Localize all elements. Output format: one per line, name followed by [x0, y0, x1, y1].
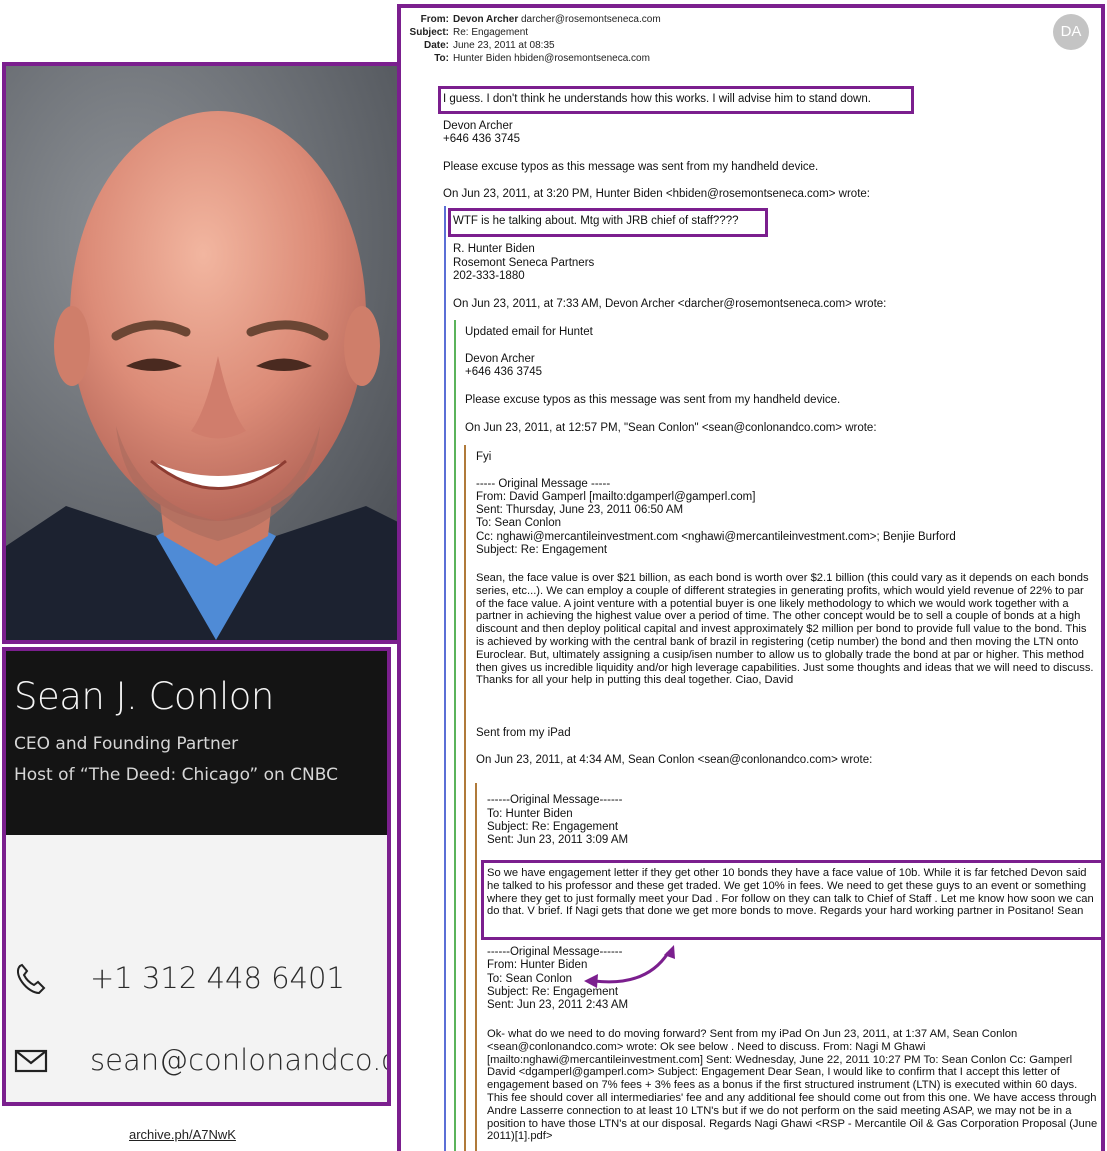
email-line: Please excuse typos as this message was … — [443, 161, 819, 173]
card-phone[interactable]: +1 312 448 6401 — [90, 961, 345, 995]
email-screenshot: From: Devon Archer darcher@rosemontseneca… — [397, 4, 1105, 1151]
quote-line-3 — [464, 445, 466, 1151]
email-line: On Jun 23, 2011, at 4:34 AM, Sean Conlon… — [476, 754, 873, 766]
email-line: Sent: Jun 23, 2011 3:09 AM — [487, 834, 629, 846]
email-line: Sent: Jun 23, 2011 2:43 AM — [487, 999, 629, 1011]
subject-value: Re: Engagement — [453, 27, 529, 38]
curved-arrow-icon — [584, 945, 675, 988]
email-line: +646 436 3745 — [443, 133, 521, 145]
email-line: +646 436 3745 — [465, 366, 543, 378]
subject-label: Subject: — [409, 27, 449, 38]
to-label: To: — [434, 53, 449, 64]
email-paragraph: Sean, the face value is over $21 billion… — [476, 572, 1094, 687]
card-phone-row[interactable]: +1 312 448 6401 — [14, 959, 384, 999]
email-line: Devon Archer — [443, 120, 513, 132]
email-line: Updated email for Huntet — [465, 326, 593, 338]
email-line: Rosemont Seneca Partners — [453, 257, 595, 269]
quote-line-1 — [444, 206, 446, 1151]
archive-link[interactable]: archive.ph/A7NwK — [129, 1127, 236, 1142]
email-paragraph: So we have engagement letter if they get… — [487, 867, 1094, 918]
from-label: From: — [420, 14, 449, 25]
email-line: Subject: Re: Engagement — [487, 821, 619, 833]
email-line: WTF is he talking about. Mtg with JRB ch… — [453, 215, 739, 227]
quote-line-4 — [475, 783, 477, 1151]
avatar: DA — [1053, 14, 1089, 50]
email-line: On Jun 23, 2011, at 12:57 PM, "Sean Conl… — [465, 422, 877, 434]
email-line: ------Original Message------ — [487, 794, 623, 806]
email-line: On Jun 23, 2011, at 3:20 PM, Hunter Bide… — [443, 188, 870, 200]
from-address: darcher@rosemontseneca.com — [521, 14, 661, 25]
email-line: Sent from my iPad — [476, 727, 571, 739]
quote-line-2 — [454, 320, 456, 1151]
email-line: To: Sean Conlon — [487, 973, 573, 985]
email-line: R. Hunter Biden — [453, 243, 535, 255]
business-card: Sean J. Conlon CEO and Founding Partner … — [2, 647, 391, 1106]
email-line: Fyi — [476, 451, 492, 463]
card-title: CEO and Founding Partner — [14, 734, 239, 754]
date-value: June 23, 2011 at 08:35 — [453, 40, 555, 51]
to-value: Hunter Biden hbiden@rosemontseneca.com — [453, 53, 650, 64]
email-paragraph: Ok- what do we need to do moving forward… — [487, 1028, 1098, 1143]
email-line: Cc: nghawi@mercantileinvestment.com <ngh… — [476, 531, 956, 543]
date-label: Date: — [423, 40, 449, 51]
portrait-photo — [2, 62, 430, 644]
email-header: From: Devon Archer darcher@rosemontseneca… — [405, 13, 661, 65]
email-line: ----- Original Message ----- — [476, 478, 611, 490]
email-line: From: David Gamperl [mailto:dgamperl@gam… — [476, 491, 756, 503]
card-email-row[interactable]: sean@conlonandco.com — [14, 1041, 387, 1081]
phone-icon — [16, 963, 46, 995]
email-line: On Jun 23, 2011, at 7:33 AM, Devon Arche… — [453, 298, 887, 310]
card-email[interactable]: sean@conlonandco.com — [90, 1043, 387, 1077]
email-line: Devon Archer — [465, 353, 535, 365]
from-name: Devon Archer — [453, 14, 519, 25]
email-line: To: Sean Conlon — [476, 517, 562, 529]
email-line: 202-333-1880 — [453, 270, 525, 282]
email-line: Sent: Thursday, June 23, 2011 06:50 AM — [476, 504, 684, 516]
email-line: From: Hunter Biden — [487, 959, 588, 971]
mail-icon — [14, 1049, 48, 1073]
email-line: I guess. I don't think he understands ho… — [443, 93, 871, 105]
email-line: Please excuse typos as this message was … — [465, 394, 841, 406]
card-host-title: Host of “The Deed: Chicago” on CNBC — [14, 765, 338, 785]
card-name: Sean J. Conlon — [14, 675, 274, 718]
card-header: Sean J. Conlon CEO and Founding Partner … — [6, 651, 387, 835]
email-line: To: Hunter Biden — [487, 808, 573, 820]
email-line: Subject: Re: Engagement — [476, 544, 608, 556]
